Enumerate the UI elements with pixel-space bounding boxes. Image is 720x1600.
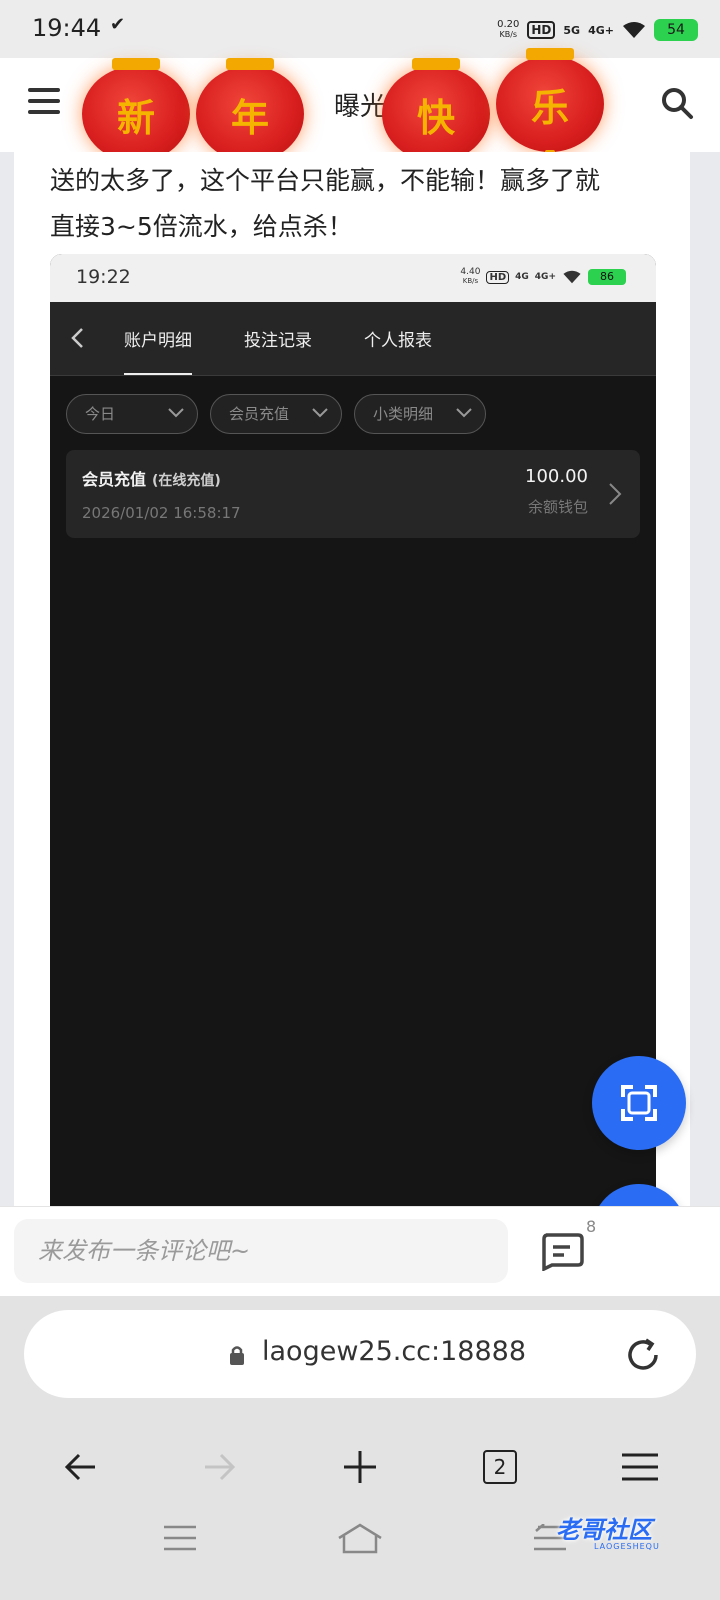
chevron-right-icon [609, 483, 622, 505]
plus-icon [344, 1451, 376, 1483]
comment-bar: 8 [0, 1206, 720, 1296]
watermark-subtext: LAOGESHEQU [594, 1542, 660, 1551]
status-time: 19:44 [32, 14, 102, 42]
filter-date-dropdown[interactable]: 今日 [66, 394, 198, 434]
wifi-icon [623, 22, 645, 38]
lantern-decoration: 快 [382, 58, 490, 200]
record-time: 2026/01/02 16:58:17 [82, 504, 241, 522]
chevron-down-icon [456, 408, 472, 418]
status-bar: 19:44 ✔ 0.20 KB/s HD 5G 4G+ 54 [0, 0, 720, 58]
net-speed-unit: KB/s [499, 30, 518, 39]
record-wallet: 余额钱包 [527, 498, 588, 516]
chevron-down-icon [168, 408, 184, 418]
arrow-left-icon [64, 1453, 95, 1481]
tab-bet-records[interactable]: 投注记录 [244, 326, 312, 351]
embedded-net-speed-unit: KB/s [462, 277, 479, 285]
hd-icon: HD [527, 21, 556, 39]
signal-5g-icon: 5G [563, 23, 581, 37]
comment-count: 8 [586, 1217, 597, 1236]
filter-subtype-label: 小类明细 [373, 405, 434, 423]
filter-row: 今日 会员充值 小类明细 [66, 394, 486, 434]
back-button[interactable] [55, 1442, 105, 1492]
post-content: 送的太多了，这个平台只能赢，不能输！赢多了就 直接3~5倍流水，给点杀！ 19:… [14, 152, 690, 1206]
net-speed: 0.20 KB/s [497, 20, 519, 40]
comment-icon[interactable] [540, 1231, 584, 1271]
filter-subtype-dropdown[interactable]: 小类明细 [354, 394, 486, 434]
fullscreen-icon [621, 1085, 657, 1121]
record-amount: 100.00 [525, 466, 588, 487]
address-bar[interactable]: laogew25.cc:18888 [24, 1310, 696, 1398]
forward-button[interactable] [195, 1442, 245, 1492]
fullscreen-button[interactable] [592, 1056, 686, 1150]
tab-count: 2 [483, 1450, 517, 1484]
battery-icon: 54 [654, 19, 698, 41]
search-icon[interactable] [660, 86, 694, 120]
record-type: 会员充值 [82, 470, 147, 489]
post-text-line: 送的太多了，这个平台只能赢，不能输！赢多了就 [50, 166, 601, 195]
filter-type-dropdown[interactable]: 会员充值 [210, 394, 342, 434]
lantern-decoration: 新 [82, 58, 190, 200]
lock-icon [230, 1346, 244, 1365]
back-arrow-icon[interactable] [68, 326, 88, 350]
lantern-decoration: 乐 [496, 48, 604, 190]
embedded-status-bar: 19:22 4.40 KB/s HD 4G 4G+ 86 [50, 254, 656, 302]
filter-date-label: 今日 [85, 405, 116, 423]
record-subtype: (在线充值) [152, 473, 221, 489]
comment-input[interactable] [14, 1219, 508, 1283]
arrow-right-icon [205, 1453, 236, 1481]
status-indicators: 0.20 KB/s HD 5G 4G+ 54 [497, 16, 698, 44]
record-title: 会员充值 (在线充值) [82, 466, 221, 490]
tab-account-details[interactable]: 账户明细 [124, 326, 192, 375]
embedded-signal-4g-icon: 4G [515, 272, 529, 282]
browser-nav-row: 2 [0, 1442, 720, 1492]
embedded-hd-icon: HD [486, 270, 510, 284]
embedded-net-speed-value: 4.40 [460, 267, 481, 277]
url-text: laogew25.cc:18888 [262, 1336, 527, 1367]
browser-toolbar: laogew25.cc:18888 2 老哥社区 LAOGESHEQU [0, 1296, 720, 1600]
embedded-status-indicators: 4.40 KB/s HD 4G 4G+ 86 [460, 268, 626, 286]
post-text: 送的太多了，这个平台只能赢，不能输！赢多了就 直接3~5倍流水，给点杀！ [50, 158, 670, 250]
embedded-net-speed: 4.40 KB/s [460, 268, 480, 286]
menu-icon[interactable] [28, 88, 60, 118]
embedded-signal-4gplus-icon: 4G+ [534, 272, 556, 282]
net-speed-value: 0.20 [497, 19, 520, 30]
embedded-battery-icon: 86 [588, 269, 626, 285]
embedded-status-time: 19:22 [76, 266, 131, 288]
recents-icon[interactable] [162, 1524, 198, 1552]
filter-type-label: 会员充值 [229, 405, 290, 423]
tabs-button[interactable]: 2 [475, 1442, 525, 1492]
post-text-line: 直接3~5倍流水，给点杀！ [50, 212, 353, 241]
watermark-logo: 老哥社区 [556, 1516, 652, 1544]
reload-icon[interactable] [624, 1336, 662, 1374]
hamburger-icon [622, 1453, 658, 1481]
browser-menu-button[interactable] [615, 1442, 665, 1492]
download-check-icon: ✔ [110, 14, 126, 35]
chevron-down-icon [312, 408, 328, 418]
page-title: 曝光 [334, 92, 387, 122]
embedded-screenshot: 19:22 4.40 KB/s HD 4G 4G+ 86 账户明细 投注记录 个… [50, 254, 656, 1206]
transaction-record[interactable]: 会员充值 (在线充值) 2026/01/02 16:58:17 100.00 余额… [66, 450, 640, 538]
embedded-nav-bar: 账户明细 投注记录 个人报表 [50, 302, 656, 376]
new-tab-button[interactable] [335, 1442, 385, 1492]
signal-4g-icon: 4G+ [588, 23, 614, 37]
lantern-decoration: 年 [196, 58, 304, 200]
tab-personal-report[interactable]: 个人报表 [364, 326, 432, 351]
home-icon[interactable] [336, 1522, 384, 1554]
embedded-wifi-icon [563, 270, 581, 284]
